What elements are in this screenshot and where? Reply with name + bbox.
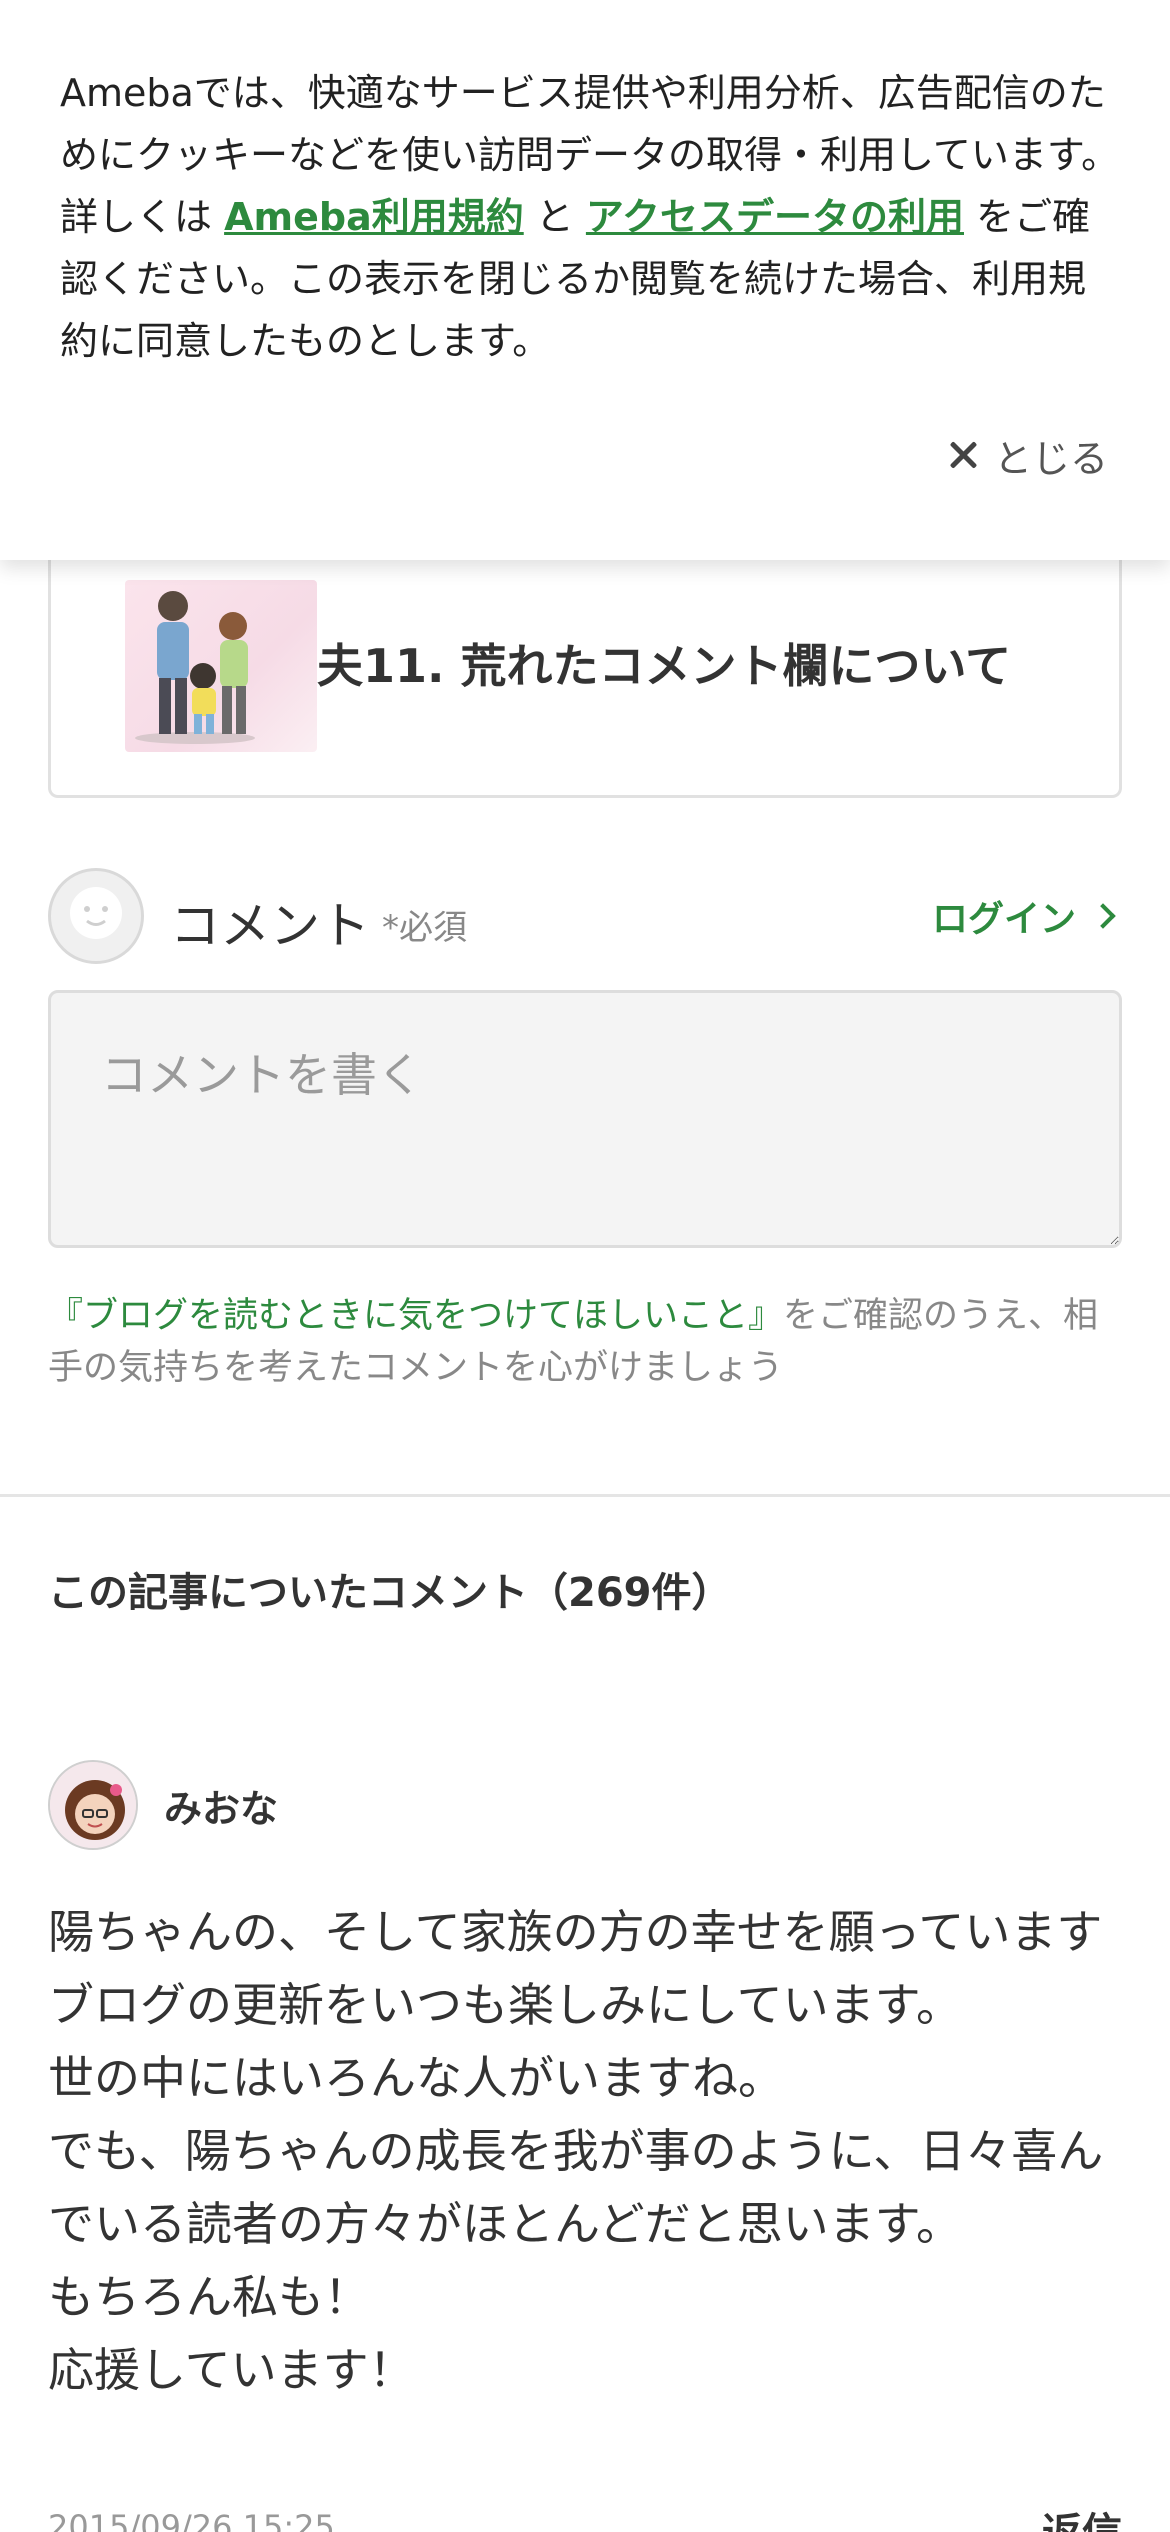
comment-line: 陽ちゃんの、そして家族の方の幸せを願っています [48, 1905, 1103, 1959]
comment-line: 世の中にはいろんな人がいますね。 [48, 2051, 784, 2105]
access-data-link[interactable]: アクセスデータの利用 [586, 195, 964, 239]
user-avatar-icon [50, 1762, 136, 1848]
terms-of-use-link[interactable]: Ameba利用規約 [224, 195, 524, 239]
guideline-link[interactable]: 『ブログを読むときに気をつけてほしいこと』 [48, 1296, 783, 1336]
login-link[interactable]: ログイン [931, 890, 1116, 942]
commenter-name[interactable]: みおな [164, 1778, 278, 1833]
commenter-avatar[interactable] [48, 1760, 138, 1850]
comment-line: ブログの更新をいつも楽しみにしています。 [48, 1978, 963, 2032]
comment-line: 応援しています！ [48, 2343, 415, 2397]
cookie-text-part: と [523, 195, 586, 239]
close-label: とじる [993, 436, 1108, 481]
comment-input[interactable] [48, 990, 1122, 1248]
avatar [48, 868, 144, 964]
article-thumbnail [125, 580, 317, 752]
comment-label: コメント [170, 897, 370, 955]
comment-guideline: 『ブログを読むときに気をつけてほしいこと』をご確認のうえ、相手の気持ちを考えたコ… [48, 1290, 1128, 1394]
related-article-card[interactable]: 夫11. 荒れたコメント欄について [48, 520, 1122, 798]
login-label: ログイン [931, 899, 1076, 940]
related-article-title: 夫11. 荒れたコメント欄について [317, 639, 1012, 693]
comment-date: 2015/09/26 15:25 [48, 2508, 335, 2532]
family-illustration-icon [135, 591, 255, 744]
comments-heading: この記事についたコメント（269件） [48, 1570, 732, 1616]
comment-body: 陽ちゃんの、そして家族の方の幸せを願っています ブログの更新をいつも楽しみにして… [48, 1896, 1128, 2407]
cookie-consent-banner: Amebaでは、快適なサービス提供や利用分析、広告配信のためにクッキーなどを使い… [0, 0, 1170, 560]
default-avatar-icon [70, 887, 122, 939]
reply-button[interactable]: 返信 [1042, 2500, 1122, 2532]
chevron-right-icon [1090, 903, 1116, 929]
cookie-consent-text: Amebaでは、快適なサービス提供や利用分析、広告配信のためにクッキーなどを使い… [60, 62, 1120, 372]
comment-line: でも、陽ちゃんの成長を我が事のように、日々喜んでいる読者の方々がほとんどだと思い… [48, 2124, 1104, 2251]
required-mark: *必須 [382, 908, 467, 948]
close-icon [946, 438, 980, 472]
section-divider [0, 1494, 1170, 1497]
close-banner-button[interactable]: とじる [946, 420, 1108, 490]
comment-line: もちろん私も！ [48, 2270, 370, 2324]
